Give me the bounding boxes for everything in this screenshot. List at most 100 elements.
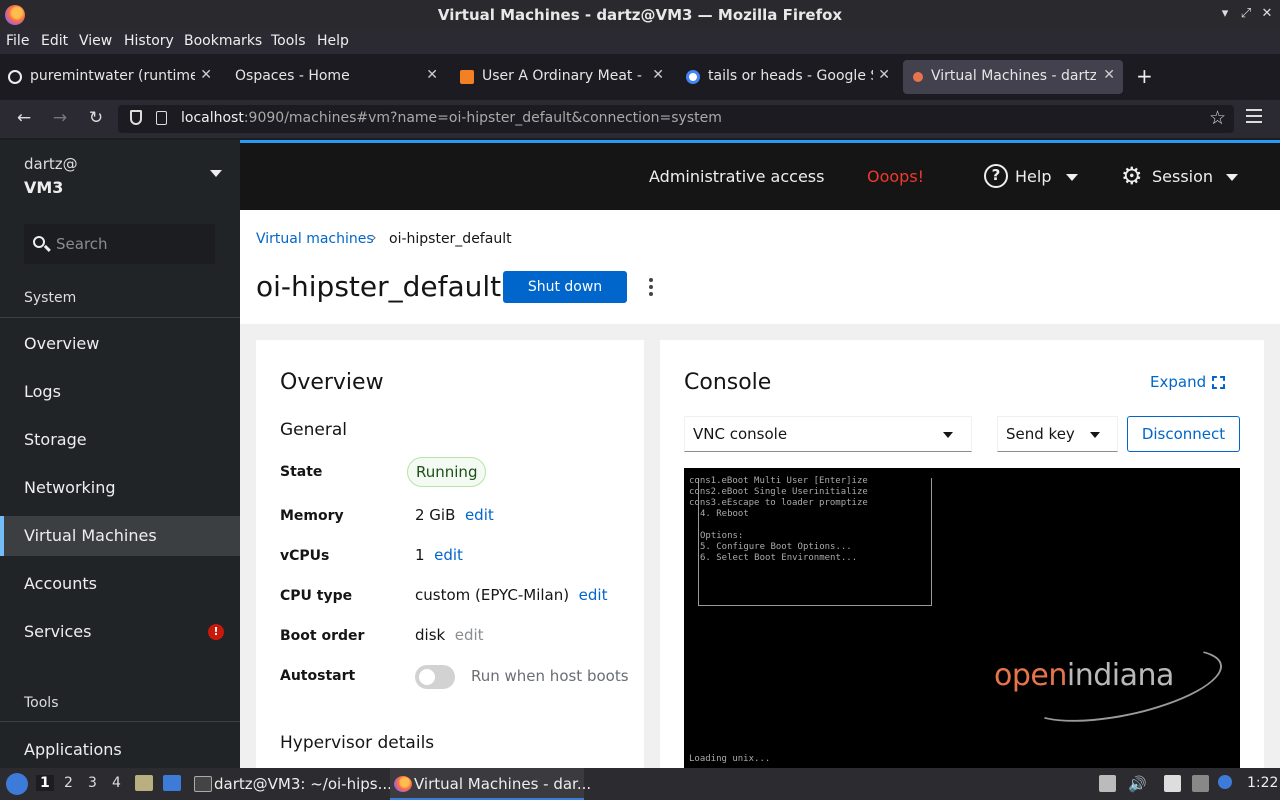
tab-ospaces[interactable]: Ospaces - Home ✕ xyxy=(226,60,446,94)
stackexchange-icon xyxy=(460,70,474,84)
workspace-4[interactable]: 4 xyxy=(112,775,121,791)
expand-link[interactable]: Expand xyxy=(1150,373,1206,391)
menu-help[interactable]: Help xyxy=(317,33,349,49)
expand-icon[interactable] xyxy=(1212,376,1225,389)
taskbar-firefox[interactable]: Virtual Machines - dar... xyxy=(390,768,591,800)
sidebar-item-networking[interactable]: Networking xyxy=(0,468,240,508)
terminal-icon xyxy=(194,776,212,792)
storage-tray-icon[interactable] xyxy=(1099,775,1116,792)
reload-button[interactable]: ↻ xyxy=(85,108,107,128)
shut-down-button[interactable]: Shut down xyxy=(503,271,627,303)
tab-virtual-machines[interactable]: Virtual Machines - dartz@ ✕ xyxy=(903,60,1123,94)
start-menu-icon[interactable] xyxy=(6,773,28,795)
session-caret-icon[interactable] xyxy=(1226,174,1238,181)
firefox-icon xyxy=(394,776,412,792)
disconnect-button[interactable]: Disconnect xyxy=(1127,416,1240,452)
site-info-icon[interactable] xyxy=(156,111,167,125)
breadcrumb-virtual-machines[interactable]: Virtual machines xyxy=(256,231,374,247)
page-header: Virtual machines › oi-hipster_default oi… xyxy=(240,210,1280,324)
workspace-1[interactable]: 1 xyxy=(36,775,54,791)
github-icon xyxy=(8,70,22,84)
tab-close-icon[interactable]: ✕ xyxy=(878,67,890,83)
error-alert-icon: ! xyxy=(208,624,224,640)
menu-history[interactable]: History xyxy=(124,33,174,49)
sidebar-item-virtual-machines[interactable]: Virtual Machines xyxy=(0,516,240,556)
send-key-label: Send key xyxy=(1006,425,1075,443)
sidebar-item-storage[interactable]: Storage xyxy=(0,420,240,460)
app-menu-icon[interactable] xyxy=(1246,109,1262,127)
sidebar-item-services[interactable]: Services ! xyxy=(0,612,240,652)
close-window-button[interactable]: ✕ xyxy=(1258,6,1276,21)
google-icon xyxy=(686,70,700,84)
send-key-select[interactable]: Send key xyxy=(997,416,1118,452)
vcpus-edit-link[interactable]: edit xyxy=(434,546,463,564)
boot-order-value: disk edit xyxy=(415,626,484,644)
memory-edit-link[interactable]: edit xyxy=(465,506,494,524)
sidebar-item-overview[interactable]: Overview xyxy=(0,324,240,364)
section-tools: Tools xyxy=(24,695,59,711)
minimize-button[interactable]: ▾ xyxy=(1216,6,1234,21)
tab-label: User A Ordinary Meat - S xyxy=(482,68,647,84)
bookmark-star-icon[interactable]: ☆ xyxy=(1209,107,1226,129)
menu-view[interactable]: View xyxy=(79,33,112,49)
help-menu-button[interactable]: Help xyxy=(1015,167,1051,186)
tab-user-ordinary-meat[interactable]: User A Ordinary Meat - S ✕ xyxy=(452,60,672,94)
sidebar-search[interactable] xyxy=(24,224,215,264)
kebab-menu-icon[interactable] xyxy=(649,278,653,299)
cpu-edit-link[interactable]: edit xyxy=(579,586,608,604)
tracking-protection-icon[interactable] xyxy=(130,110,142,125)
sidebar-item-logs[interactable]: Logs xyxy=(0,372,240,412)
section-system: System xyxy=(24,290,77,306)
session-menu-button[interactable]: Session xyxy=(1152,167,1213,186)
taskbar-terminal[interactable]: dartz@VM3: ~/oi-hips... xyxy=(190,768,392,800)
sidebar-item-applications[interactable]: Applications xyxy=(0,730,240,770)
tab-close-icon[interactable]: ✕ xyxy=(200,67,212,83)
file-manager-icon[interactable] xyxy=(135,775,153,791)
back-button[interactable]: ← xyxy=(13,108,35,128)
chevron-down-icon xyxy=(943,432,953,438)
clock[interactable]: 1:22 xyxy=(1247,775,1278,791)
vnc-console-screen[interactable]: cons1.eBoot Multi User [Enter]ize cons2.… xyxy=(684,468,1240,768)
volume-icon[interactable]: 🔊 xyxy=(1128,775,1147,793)
breadcrumb-current: oi-hipster_default xyxy=(389,231,512,247)
host-name[interactable]: VM3 xyxy=(24,178,63,197)
new-tab-button[interactable]: + xyxy=(1136,64,1153,88)
network-icon[interactable] xyxy=(1192,775,1209,792)
notification-icon[interactable] xyxy=(1218,775,1232,789)
menu-edit[interactable]: Edit xyxy=(41,33,68,49)
url-bar[interactable]: localhost:9090/machines#vm?name=oi-hipst… xyxy=(118,105,1234,133)
show-desktop-icon[interactable] xyxy=(163,775,181,791)
host-switcher-caret-icon[interactable] xyxy=(210,170,222,177)
autostart-toggle-label: Run when host boots xyxy=(471,667,629,685)
help-icon: ? xyxy=(984,164,1008,188)
console-type-select[interactable]: VNC console xyxy=(684,416,972,452)
tab-puremintwater[interactable]: puremintwater (runtime) ✕ xyxy=(0,60,220,94)
tab-close-icon[interactable]: ✕ xyxy=(652,67,664,83)
host-user[interactable]: dartz@ xyxy=(24,155,78,173)
tab-close-icon[interactable]: ✕ xyxy=(426,67,438,83)
workspace-2[interactable]: 2 xyxy=(64,775,73,791)
tab-close-icon[interactable]: ✕ xyxy=(1103,67,1115,83)
boot-line: cons1.eBoot Multi User [Enter]ize xyxy=(689,476,868,486)
sidebar-item-accounts[interactable]: Accounts xyxy=(0,564,240,604)
maximize-button[interactable]: ⤢ xyxy=(1237,6,1255,21)
workspace-3[interactable]: 3 xyxy=(88,775,97,791)
tab-google-search[interactable]: tails or heads - Google Se ✕ xyxy=(678,60,898,94)
administrative-access-button[interactable]: Administrative access xyxy=(649,167,824,186)
forward-button[interactable]: → xyxy=(49,108,71,128)
boot-edit-link: edit xyxy=(454,626,484,644)
help-caret-icon[interactable] xyxy=(1066,174,1078,181)
autostart-toggle[interactable] xyxy=(415,665,455,689)
boot-line: Options: xyxy=(700,531,744,541)
url-text[interactable]: localhost:9090/machines#vm?name=oi-hipst… xyxy=(181,110,722,126)
menu-tools[interactable]: Tools xyxy=(271,33,306,49)
main-content: Virtual machines › oi-hipster_default oi… xyxy=(240,210,1280,768)
menu-bookmarks[interactable]: Bookmarks xyxy=(184,33,262,49)
menu-file[interactable]: File xyxy=(6,33,29,49)
cpu-type-label: CPU type xyxy=(280,588,353,604)
vcpus-value: 1 edit xyxy=(415,546,463,564)
clipboard-icon[interactable] xyxy=(1164,775,1181,792)
search-input[interactable] xyxy=(56,233,206,255)
general-heading: General xyxy=(280,420,347,440)
oops-button[interactable]: Ooops! xyxy=(867,167,924,186)
